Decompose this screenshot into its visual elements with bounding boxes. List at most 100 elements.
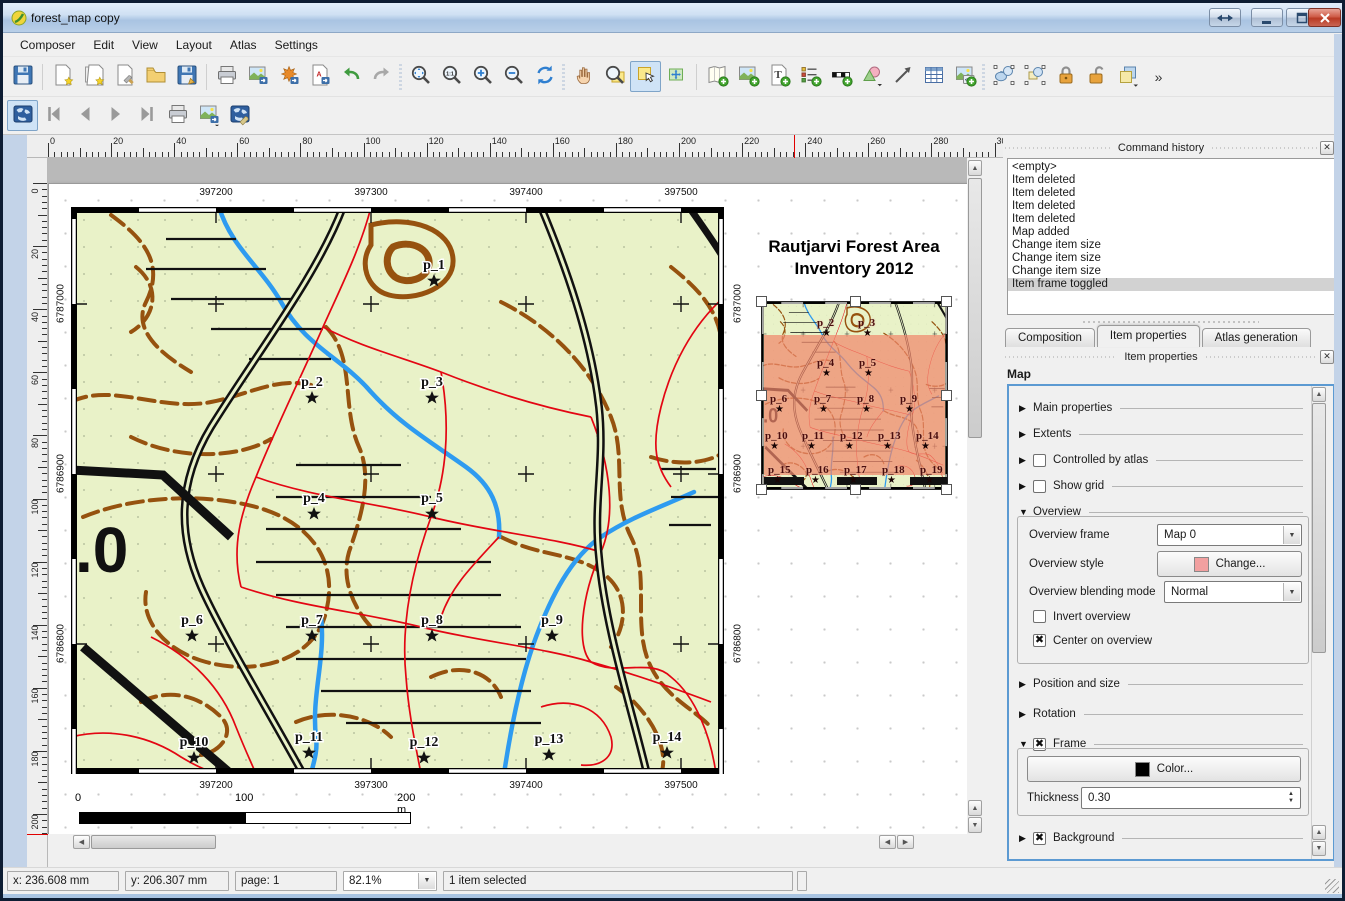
scroll-left-arrow2[interactable]: ◀ xyxy=(879,835,896,849)
selection-handle[interactable] xyxy=(850,296,861,307)
atlas-preview-button[interactable] xyxy=(7,100,38,131)
selection-handle[interactable] xyxy=(756,296,767,307)
export-svg-button[interactable] xyxy=(273,61,304,92)
refresh-button[interactable] xyxy=(529,61,560,92)
canvas-horizontal-scrollbar[interactable]: ◀ ◀ ▶ xyxy=(48,834,983,850)
section-show-grid[interactable]: ▶ Show grid xyxy=(1019,476,1303,496)
duplicate-composer-button[interactable] xyxy=(78,61,109,92)
add-image-button[interactable] xyxy=(732,61,763,92)
history-item[interactable]: Change item size xyxy=(1008,239,1334,252)
menu-composer[interactable]: Composer xyxy=(11,35,84,55)
background-checkbox[interactable]: ✖ xyxy=(1033,832,1046,845)
close-icon[interactable]: ✕ xyxy=(1320,350,1334,364)
raise-items-button[interactable] xyxy=(1112,61,1143,92)
scroll-thumb[interactable] xyxy=(968,178,982,438)
atlas-settings-button[interactable] xyxy=(224,100,255,131)
zoom-in-button[interactable] xyxy=(467,61,498,92)
history-item[interactable]: Item deleted xyxy=(1008,174,1334,187)
overview-style-change-button[interactable]: Change... xyxy=(1157,551,1302,577)
export-image-button[interactable] xyxy=(242,61,273,92)
overview-blend-select[interactable]: Normal ▼ xyxy=(1164,581,1302,603)
composer-canvas[interactable]: .0 p_1p_2p_3p_4p_5p_6p_7p_8p_9p_10p_11p_… xyxy=(48,158,983,850)
scroll-up-arrow2[interactable]: ▲ xyxy=(968,800,982,816)
scroll-right-arrow[interactable]: ▶ xyxy=(897,835,914,849)
atlas-export-button[interactable] xyxy=(193,100,224,131)
tab-item-properties[interactable]: Item properties xyxy=(1097,325,1200,347)
history-item[interactable]: Map added xyxy=(1008,226,1334,239)
overview-map-item[interactable]: p_2★p_3★p_4★p_5★p_6★p_7★p_8★p_9★p_10★p_1… xyxy=(761,301,948,490)
pan-button[interactable] xyxy=(568,61,599,92)
scroll-thumb[interactable] xyxy=(1312,403,1326,653)
selection-handle[interactable] xyxy=(941,484,952,495)
move-item-content-button[interactable] xyxy=(661,61,692,92)
selection-handle[interactable] xyxy=(941,296,952,307)
zoom-full-button[interactable] xyxy=(405,61,436,92)
overview-frame-select[interactable]: Map 0 ▼ xyxy=(1157,524,1302,546)
menu-edit[interactable]: Edit xyxy=(84,35,123,55)
close-icon[interactable]: ✕ xyxy=(1320,141,1334,155)
export-pdf-button[interactable]: A xyxy=(304,61,335,92)
minimize-button[interactable] xyxy=(1251,8,1283,27)
composition-title[interactable]: Rautjarvi Forest Area Inventory 2012 xyxy=(704,236,983,280)
history-item[interactable]: Item frame toggled xyxy=(1008,278,1334,291)
open-button[interactable] xyxy=(140,61,171,92)
group-items-button[interactable] xyxy=(988,61,1019,92)
scroll-down-arrow[interactable]: ▼ xyxy=(968,817,982,833)
selection-handle[interactable] xyxy=(941,390,952,401)
section-rotation[interactable]: ▶ Rotation xyxy=(1019,704,1303,724)
zoom-actual-button[interactable]: 1:1 xyxy=(436,61,467,92)
zoom-region-button[interactable] xyxy=(599,61,630,92)
frame-color-button[interactable]: Color... xyxy=(1027,756,1301,782)
composer-manager-button[interactable] xyxy=(109,61,140,92)
atlas-last-button[interactable] xyxy=(131,100,162,131)
add-shape-button[interactable] xyxy=(856,61,887,92)
scroll-up-arrow2[interactable]: ▲ xyxy=(1312,825,1326,840)
unlock-items-button[interactable] xyxy=(1081,61,1112,92)
ungroup-items-button[interactable] xyxy=(1019,61,1050,92)
tab-atlas-generation[interactable]: Atlas generation xyxy=(1202,328,1311,347)
window-resize-grip[interactable] xyxy=(1325,879,1339,893)
section-extents[interactable]: ▶ Extents xyxy=(1019,424,1303,444)
scroll-left-arrow[interactable]: ◀ xyxy=(73,835,90,849)
add-map-button[interactable] xyxy=(701,61,732,92)
controlled-by-atlas-checkbox[interactable] xyxy=(1033,454,1046,467)
toolbar-grip[interactable] xyxy=(980,64,988,90)
invert-overview-checkbox[interactable] xyxy=(1033,610,1046,623)
history-item[interactable]: Change item size xyxy=(1008,252,1334,265)
center-on-overview-row[interactable]: ✖ Center on overview xyxy=(1033,634,1152,647)
save-button[interactable] xyxy=(7,61,38,92)
toolbar-grip[interactable] xyxy=(397,64,405,90)
lock-items-button[interactable] xyxy=(1050,61,1081,92)
map-item[interactable]: .0 p_1p_2p_3p_4p_5p_6p_7p_8p_9p_10p_11p_… xyxy=(71,207,724,774)
toolbar-grip[interactable] xyxy=(560,64,568,90)
atlas-print-button[interactable] xyxy=(162,100,193,131)
atlas-first-button[interactable] xyxy=(38,100,69,131)
redo-button[interactable] xyxy=(366,61,397,92)
menu-layout[interactable]: Layout xyxy=(167,35,221,55)
section-controlled-by-atlas[interactable]: ▶ Controlled by atlas xyxy=(1019,450,1303,470)
save-as-button[interactable] xyxy=(171,61,202,92)
center-on-overview-checkbox[interactable]: ✖ xyxy=(1033,634,1046,647)
thickness-spinbox[interactable]: 0.30 ▲▼ xyxy=(1081,787,1301,809)
section-position-and-size[interactable]: ▶ Position and size xyxy=(1019,674,1303,694)
menu-atlas[interactable]: Atlas xyxy=(221,35,266,55)
zoom-level-combo[interactable]: 82.1% ▼ xyxy=(343,871,437,891)
add-table-button[interactable] xyxy=(918,61,949,92)
tab-composition[interactable]: Composition xyxy=(1005,328,1095,347)
history-item[interactable]: Item deleted xyxy=(1008,213,1334,226)
command-history-list[interactable]: <empty>Item deletedItem deletedItem dele… xyxy=(1007,158,1335,315)
scroll-up-arrow[interactable]: ▲ xyxy=(1312,387,1326,402)
add-legend-button[interactable] xyxy=(794,61,825,92)
section-background[interactable]: ▶ ✖ Background xyxy=(1019,828,1303,848)
add-label-button[interactable]: T xyxy=(763,61,794,92)
history-item[interactable]: Change item size xyxy=(1008,265,1334,278)
history-item[interactable]: <empty> xyxy=(1008,161,1334,174)
add-html-button[interactable]: </> xyxy=(949,61,980,92)
spinner-arrows-icon[interactable]: ▲▼ xyxy=(1283,788,1299,808)
close-button[interactable] xyxy=(1308,8,1341,27)
undo-button[interactable] xyxy=(335,61,366,92)
add-arrow-button[interactable] xyxy=(887,61,918,92)
history-item[interactable]: Item deleted xyxy=(1008,200,1334,213)
history-item[interactable]: Item deleted xyxy=(1008,187,1334,200)
atlas-prev-button[interactable] xyxy=(69,100,100,131)
